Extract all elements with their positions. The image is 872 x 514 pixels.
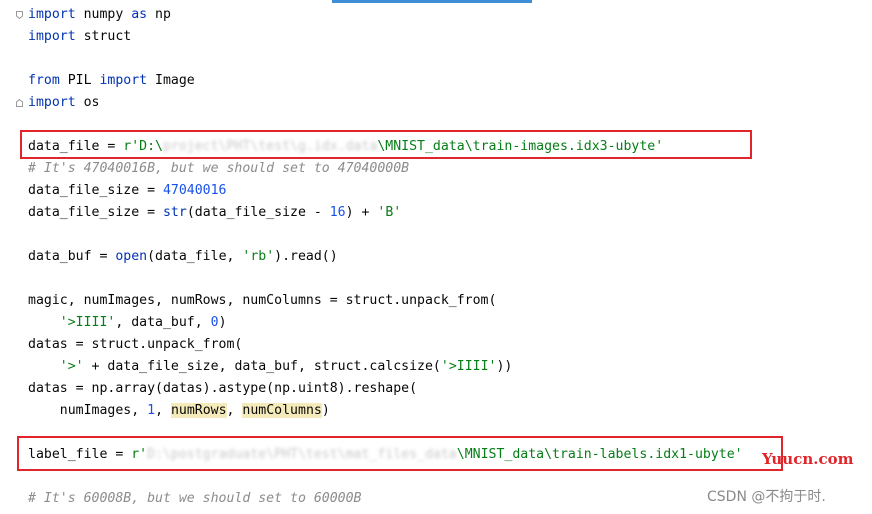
code-text: , data_buf,: [115, 315, 211, 330]
code-text: np: [147, 7, 171, 22]
number-literal: 16: [329, 205, 346, 220]
code-text: datas = struct.unpack_from(: [28, 337, 243, 352]
string-literal: 'B': [377, 205, 402, 220]
code-line: data_buf = open(data_file, 'rb').read(): [28, 246, 338, 268]
annotation-box-label-file: [17, 436, 783, 471]
code-text: ): [321, 403, 330, 418]
code-text: numImages,: [59, 403, 148, 418]
code-line: datas = np.array(datas).astype(np.uint8)…: [28, 378, 417, 400]
highlighted-identifier: numRows: [170, 403, 227, 418]
code-text: numpy: [75, 7, 132, 22]
code-text: ,: [155, 403, 171, 418]
code-text: ) +: [345, 205, 378, 220]
annotation-box-data-file: [20, 130, 752, 159]
code-text: ,: [226, 403, 243, 418]
code-line: '>IIII', data_buf, 0): [28, 312, 227, 334]
code-line: import os: [28, 92, 99, 114]
code-line: data_file_size = 47040016: [28, 180, 227, 202]
code-text: data_file_size =: [28, 205, 163, 220]
code-line: import numpy as np: [28, 4, 171, 26]
string-literal: '>IIII': [59, 315, 116, 330]
code-line: data_file_size = str(data_file_size - 16…: [28, 202, 401, 224]
fold-end-icon[interactable]: [16, 99, 23, 107]
csdn-watermark: CSDN @不拘于时.: [707, 489, 826, 505]
builtin: str: [162, 205, 187, 220]
site-watermark: Yuucn.com: [762, 450, 854, 468]
code-text: (data_file_size -: [186, 205, 330, 220]
code-line: '>' + data_file_size, data_buf, struct.c…: [28, 356, 513, 378]
comment-line: # It's 60008B, but we should set to 6000…: [28, 491, 362, 506]
code-text: (data_file,: [147, 249, 243, 264]
number-literal: 1: [147, 403, 156, 418]
code-text: )): [496, 359, 513, 374]
number-literal: 0: [210, 315, 219, 330]
active-tab-indicator: [332, 0, 532, 3]
comment-line: # It's 47040016B, but we should set to 4…: [28, 161, 410, 176]
keyword: as: [131, 7, 148, 22]
highlighted-identifier: numColumns: [242, 403, 322, 418]
code-text: struct: [75, 29, 132, 44]
keyword: import: [99, 73, 148, 88]
editor-tab-strip: [0, 0, 872, 3]
string-literal: '>IIII': [440, 359, 497, 374]
code-line: from PIL import Image: [28, 70, 195, 92]
code-text: magic, numImages, numRows, numColumns = …: [28, 293, 497, 308]
code-text: os: [75, 95, 100, 110]
code-text: PIL: [59, 73, 100, 88]
code-text: datas = np.array(datas).astype(np.uint8)…: [28, 381, 418, 396]
code-text: ): [218, 315, 227, 330]
code-text: + data_file_size, data_buf, struct.calcs…: [83, 359, 441, 374]
keyword: from: [28, 73, 60, 88]
keyword: import: [28, 29, 76, 44]
code-text: ).read(): [274, 249, 338, 264]
code-text: Image: [147, 73, 195, 88]
number-literal: 47040016: [162, 183, 227, 198]
code-line: numImages, 1, numRows, numColumns): [28, 400, 330, 422]
string-literal: 'rb': [242, 249, 275, 264]
code-text: data_file_size =: [28, 183, 163, 198]
string-literal: '>': [59, 359, 84, 374]
keyword: import: [28, 7, 76, 22]
code-line: magic, numImages, numRows, numColumns = …: [28, 290, 496, 312]
code-text: data_buf =: [28, 249, 116, 264]
keyword: import: [28, 95, 76, 110]
fold-start-icon[interactable]: [16, 11, 23, 19]
builtin: open: [115, 249, 148, 264]
code-line: datas = struct.unpack_from(: [28, 334, 242, 356]
code-line: import struct: [28, 26, 131, 48]
